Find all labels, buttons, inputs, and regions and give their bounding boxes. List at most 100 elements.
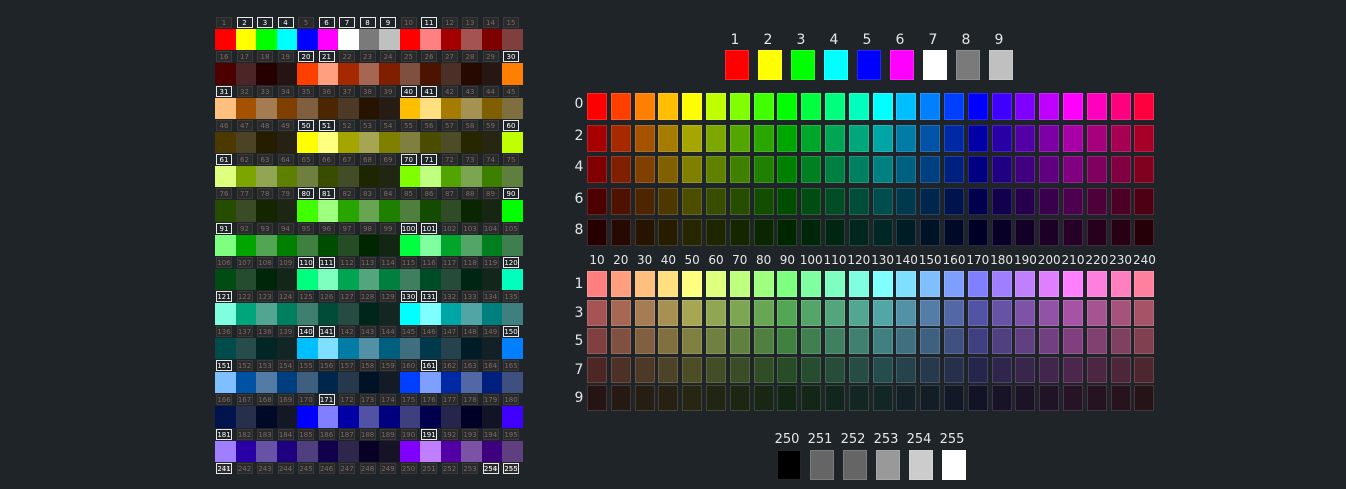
palette-swatch[interactable]	[1086, 156, 1107, 183]
palette-swatch[interactable]	[706, 156, 726, 183]
color-cell-132[interactable]: 132	[440, 291, 461, 325]
color-swatch[interactable]	[256, 63, 277, 85]
palette-swatch[interactable]	[1063, 187, 1083, 215]
palette-swatch[interactable]	[991, 124, 1012, 152]
color-cell-6[interactable]: 6	[317, 17, 338, 51]
palette-swatch[interactable]	[729, 187, 750, 215]
palette-swatch[interactable]	[587, 93, 607, 120]
color-cell-167[interactable]: 167	[235, 394, 256, 428]
palette-swatch[interactable]	[991, 299, 1012, 326]
color-swatch[interactable]	[317, 166, 338, 188]
color-cell-134[interactable]: 134	[481, 291, 502, 325]
color-cell-39[interactable]: 39	[379, 85, 400, 120]
color-swatch[interactable]	[420, 63, 441, 85]
palette-swatch[interactable]	[1110, 93, 1131, 120]
palette-swatch[interactable]	[610, 299, 631, 326]
palette-swatch[interactable]	[1015, 187, 1036, 215]
color-cell-95[interactable]: 95	[297, 222, 318, 257]
palette-swatch[interactable]	[944, 93, 964, 120]
palette-swatch[interactable]	[706, 271, 726, 297]
palette-swatch[interactable]	[1063, 156, 1083, 183]
palette-swatch[interactable]	[587, 299, 607, 326]
palette-swatch[interactable]	[1110, 187, 1131, 215]
color-cell-159[interactable]: 159	[379, 359, 400, 394]
palette-swatch[interactable]	[872, 93, 893, 120]
color-cell-122[interactable]: 122	[235, 291, 256, 325]
color-swatch[interactable]	[256, 303, 277, 325]
color-swatch[interactable]	[276, 371, 297, 394]
palette-swatch[interactable]	[777, 187, 798, 215]
color-cell-90[interactable]: 90	[502, 188, 523, 222]
color-swatch[interactable]	[399, 166, 420, 188]
palette-swatch[interactable]	[682, 93, 703, 120]
color-cell-112[interactable]: 112	[338, 257, 359, 291]
color-swatch[interactable]	[420, 269, 441, 291]
color-swatch[interactable]	[399, 269, 420, 291]
palette-swatch[interactable]	[848, 299, 869, 326]
color-cell-129[interactable]: 129	[379, 291, 400, 325]
palette-swatch[interactable]	[658, 356, 679, 383]
palette-swatch[interactable]	[944, 271, 964, 297]
color-swatch[interactable]	[461, 440, 482, 462]
color-swatch[interactable]	[440, 97, 461, 119]
color-swatch[interactable]	[379, 97, 400, 119]
palette-swatch[interactable]	[1110, 385, 1131, 412]
color-swatch[interactable]	[502, 440, 523, 462]
color-cell-150[interactable]: 150	[502, 325, 523, 360]
color-swatch[interactable]	[420, 303, 441, 325]
palette-swatch[interactable]	[1110, 328, 1131, 355]
color-swatch[interactable]	[338, 440, 359, 462]
color-swatch[interactable]	[420, 97, 441, 119]
color-swatch[interactable]	[440, 269, 461, 291]
palette-swatch[interactable]	[872, 271, 893, 297]
color-swatch[interactable]	[317, 200, 338, 222]
palette-swatch[interactable]	[1134, 156, 1155, 183]
palette-swatch[interactable]	[872, 356, 893, 383]
palette-swatch[interactable]	[1039, 124, 1060, 152]
color-swatch[interactable]	[399, 97, 420, 119]
color-cell-162[interactable]: 162	[440, 359, 461, 394]
color-swatch[interactable]	[379, 269, 400, 291]
palette-swatch[interactable]	[848, 187, 869, 215]
color-swatch[interactable]	[502, 166, 523, 188]
color-cell-88[interactable]: 88	[461, 188, 482, 222]
color-cell-117[interactable]: 117	[440, 257, 461, 291]
color-swatch[interactable]	[440, 200, 461, 222]
top-color-swatch-6[interactable]	[890, 50, 914, 80]
color-cell-160[interactable]: 160	[399, 359, 420, 394]
palette-swatch[interactable]	[872, 156, 893, 183]
palette-swatch[interactable]	[825, 271, 845, 297]
color-swatch[interactable]	[358, 337, 379, 359]
palette-swatch[interactable]	[825, 187, 845, 215]
color-cell-114[interactable]: 114	[379, 257, 400, 291]
palette-swatch[interactable]	[1039, 219, 1060, 246]
color-cell-169[interactable]: 169	[276, 394, 297, 428]
color-swatch[interactable]	[461, 406, 482, 428]
color-cell-18[interactable]: 18	[256, 51, 277, 85]
color-cell-43[interactable]: 43	[461, 85, 482, 120]
color-swatch[interactable]	[481, 29, 502, 51]
palette-swatch[interactable]	[777, 271, 798, 297]
palette-swatch[interactable]	[634, 219, 655, 246]
palette-swatch[interactable]	[801, 328, 822, 355]
gray-swatch-253[interactable]	[876, 450, 900, 480]
color-cell-101[interactable]: 101	[420, 222, 441, 257]
palette-swatch[interactable]	[967, 156, 988, 183]
palette-swatch[interactable]	[1134, 93, 1155, 120]
color-cell-98[interactable]: 98	[358, 222, 379, 257]
palette-swatch[interactable]	[610, 93, 631, 120]
color-cell-145[interactable]: 145	[399, 325, 420, 360]
color-cell-86[interactable]: 86	[420, 188, 441, 222]
palette-swatch[interactable]	[896, 385, 917, 412]
palette-swatch[interactable]	[1086, 356, 1107, 383]
color-cell-46[interactable]: 46	[215, 119, 236, 154]
color-swatch[interactable]	[358, 97, 379, 119]
palette-swatch[interactable]	[967, 356, 988, 383]
palette-swatch[interactable]	[1039, 93, 1060, 120]
color-cell-138[interactable]: 138	[256, 325, 277, 360]
color-cell-184[interactable]: 184	[276, 428, 297, 463]
color-swatch[interactable]	[440, 166, 461, 188]
palette-swatch[interactable]	[848, 124, 869, 152]
palette-swatch[interactable]	[944, 356, 964, 383]
color-cell-9[interactable]: 9	[379, 17, 400, 51]
